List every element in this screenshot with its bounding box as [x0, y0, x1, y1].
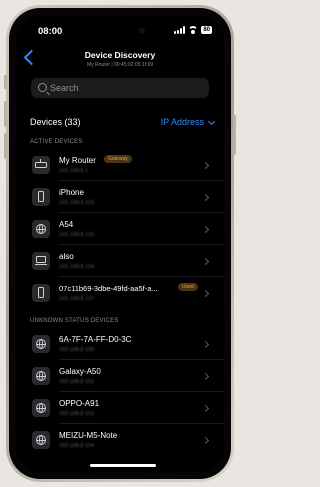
device-ip: 192.168.8.104 — [59, 443, 95, 449]
bezel: 08:00 80 Device Discovery My Router | 60… — [9, 8, 231, 479]
chevron-right-icon — [201, 340, 210, 349]
devices-count: Devices (33) — [30, 117, 81, 127]
search-input[interactable]: Search — [31, 78, 209, 98]
globe-icon — [32, 335, 50, 353]
chevron-right-icon — [201, 257, 210, 266]
phone-frame: 08:00 80 Device Discovery My Router | 60… — [4, 5, 236, 482]
device-name: also — [59, 252, 74, 261]
device-name: 07c11b69-3dbe-49fd-aa5f-a... — [59, 284, 158, 293]
wifi-icon — [188, 26, 199, 34]
device-name: MEIZU-M5-Note — [59, 431, 118, 440]
chevron-right-icon — [201, 289, 210, 298]
device-row[interactable]: OPPO-A91 192.168.8.102 — [16, 394, 224, 424]
device-name: Galaxy-A50 — [59, 367, 101, 376]
device-name: A54 — [59, 220, 74, 229]
divider — [59, 391, 224, 392]
chevron-down-icon[interactable] — [207, 117, 216, 126]
chevron-right-icon — [201, 161, 210, 170]
chevron-right-icon — [201, 372, 210, 381]
device-ip: 192.168.8.134 — [59, 264, 95, 270]
device-name: OPPO-A91 — [59, 399, 100, 408]
device-row[interactable]: A54 192.168.8.126 — [16, 215, 224, 245]
router-icon — [32, 156, 50, 174]
globe-icon — [32, 431, 50, 449]
globe-icon — [32, 367, 50, 385]
chevron-right-icon — [201, 225, 210, 234]
used-badge: Used — [178, 283, 198, 291]
device-name: iPhone — [59, 188, 84, 197]
camera-dot — [139, 28, 145, 34]
divider — [59, 423, 224, 424]
page-subtitle: My Router | 60:45:02:05:1f:69 — [86, 62, 154, 68]
phone-icon — [32, 188, 50, 206]
device-row[interactable]: MEIZU-M5-Note 192.168.8.104 — [16, 426, 224, 456]
device-ip: 192.168.8.103 — [59, 200, 95, 206]
divider — [59, 359, 224, 360]
device-name: My Router — [59, 156, 96, 165]
device-row[interactable]: also 192.168.8.134 — [16, 247, 224, 277]
action-button — [4, 75, 7, 89]
page-title: Device Discovery — [84, 50, 156, 60]
device-ip: 192.168.8.137 — [59, 296, 95, 302]
device-row[interactable]: 07c11b69-3dbe-49fd-aa5f-a... Used 192.16… — [16, 279, 224, 309]
search-placeholder: Search — [50, 83, 79, 93]
device-name: 6A-7F-7A-FF-D0-3C — [59, 335, 132, 344]
divider — [59, 180, 224, 181]
power-button — [233, 115, 236, 155]
search-icon — [38, 83, 47, 92]
section-header-unknown: UNKNOWN STATUS DEVICES — [30, 318, 119, 324]
chevron-right-icon — [201, 193, 210, 202]
device-ip: 192.168.8.101 — [59, 379, 95, 385]
device-row[interactable]: 6A-7F-7A-FF-D0-3C 192.168.8.100 — [16, 330, 224, 360]
signal-icon — [174, 26, 186, 34]
dynamic-island — [96, 23, 150, 39]
volume-down-button — [4, 133, 7, 159]
device-ip: 192.168.8.1 — [59, 168, 89, 174]
battery-icon: 80 — [201, 26, 212, 34]
status-bar: 08:00 80 — [16, 15, 224, 43]
divider — [59, 276, 224, 277]
section-header-active: ACTIVE DEVICES — [30, 139, 83, 145]
nav-bar: Device Discovery My Router | 60:45:02:05… — [16, 48, 224, 72]
chevron-right-icon — [201, 436, 210, 445]
sort-selector[interactable]: IP Address — [161, 117, 204, 127]
divider — [59, 244, 224, 245]
device-ip: 192.168.8.100 — [59, 347, 95, 353]
status-icons: 80 — [174, 26, 212, 34]
globe-icon — [32, 220, 50, 238]
chevron-right-icon — [201, 404, 210, 413]
status-time: 08:00 — [38, 26, 63, 37]
device-ip: 192.168.8.102 — [59, 411, 95, 417]
device-row[interactable]: iPhone 192.168.8.103 — [16, 183, 224, 213]
device-row[interactable]: Galaxy-A50 192.168.8.101 — [16, 362, 224, 392]
devices-header: Devices (33) IP Address — [30, 117, 216, 131]
volume-up-button — [4, 101, 7, 127]
globe-icon — [32, 399, 50, 417]
screen: 08:00 80 Device Discovery My Router | 60… — [16, 15, 224, 472]
phone-icon — [32, 284, 50, 302]
device-ip: 192.168.8.126 — [59, 232, 95, 238]
device-row[interactable]: My Router Gateway 192.168.8.1 — [16, 151, 224, 181]
laptop-icon — [32, 252, 50, 270]
divider — [59, 212, 224, 213]
gateway-badge: Gateway — [104, 155, 132, 163]
home-indicator[interactable] — [90, 464, 156, 467]
